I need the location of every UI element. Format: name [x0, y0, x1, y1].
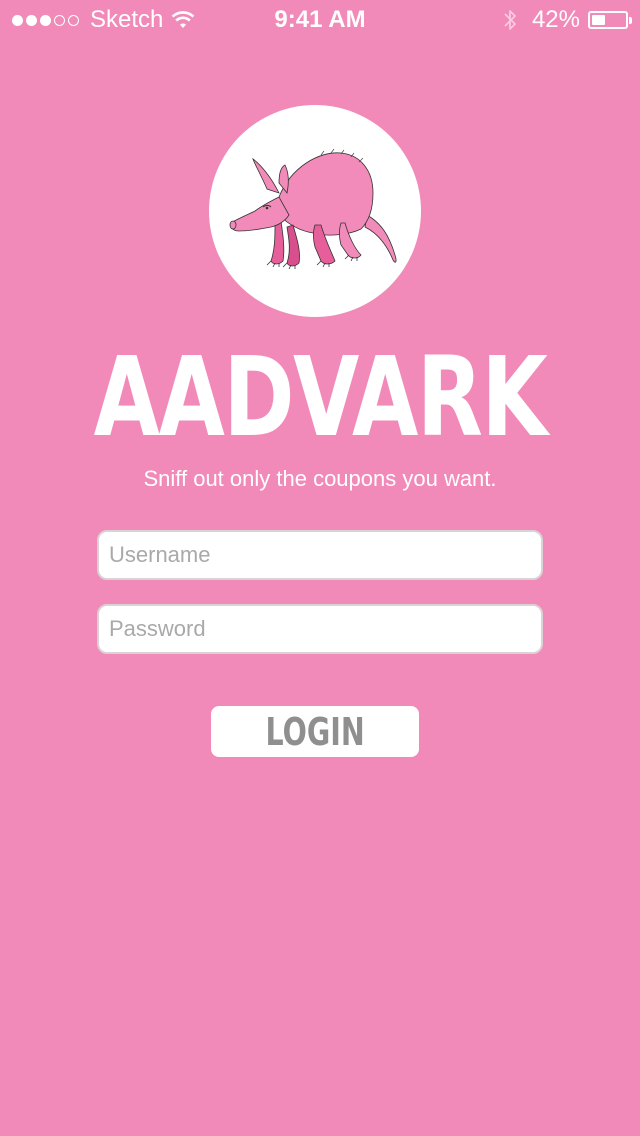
bluetooth-icon — [504, 10, 516, 30]
app-tagline: Sniff out only the coupons you want. — [143, 466, 497, 491]
battery-level — [592, 15, 606, 25]
login-button-label: LOGIN — [265, 709, 365, 754]
username-input[interactable] — [97, 530, 543, 580]
app-title: AADVARK — [93, 333, 548, 461]
password-input[interactable] — [97, 604, 543, 654]
battery-icon — [588, 11, 632, 29]
aardvark-icon — [229, 148, 397, 270]
aardvark-logo — [209, 105, 421, 317]
battery-nub — [629, 17, 632, 24]
battery-percentage: 42% — [531, 6, 580, 33]
status-right: 42% — [502, 6, 632, 34]
login-button[interactable]: LOGIN — [211, 706, 419, 757]
status-bar: Sketch 9:41 AM 42% — [0, 0, 640, 40]
